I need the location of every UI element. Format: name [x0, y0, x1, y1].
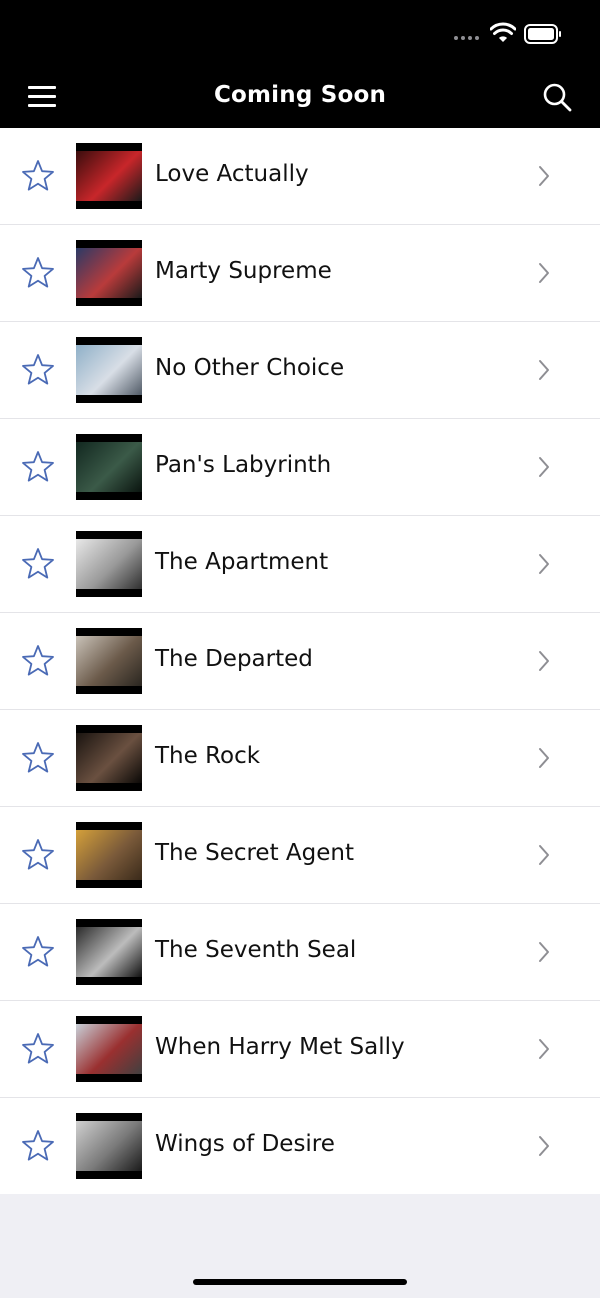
- wifi-icon: [490, 22, 516, 42]
- movie-row[interactable]: The Secret Agent: [0, 807, 600, 904]
- movie-thumbnail: [76, 143, 142, 209]
- star-favorite-icon[interactable]: [20, 643, 56, 679]
- movie-list: Love Actually Marty Supreme No Other Choic…: [0, 128, 600, 1194]
- star-favorite-icon[interactable]: [20, 740, 56, 776]
- movie-thumbnail: [76, 822, 142, 888]
- movie-title: Marty Supreme: [155, 258, 332, 284]
- star-favorite-icon[interactable]: [20, 1031, 56, 1067]
- movie-row[interactable]: The Rock: [0, 710, 600, 807]
- status-bar: [0, 0, 600, 64]
- movie-thumbnail: [76, 628, 142, 694]
- movie-thumbnail: [76, 919, 142, 985]
- chevron-right-icon: [539, 651, 549, 671]
- movie-thumbnail: [76, 531, 142, 597]
- movie-row[interactable]: Marty Supreme: [0, 225, 600, 322]
- search-icon[interactable]: [542, 82, 572, 112]
- chevron-right-icon: [539, 1136, 549, 1156]
- movie-title: The Apartment: [155, 549, 329, 575]
- chevron-right-icon: [539, 360, 549, 380]
- star-favorite-icon[interactable]: [20, 255, 56, 291]
- movie-title: No Other Choice: [155, 355, 345, 381]
- movie-thumbnail: [76, 434, 142, 500]
- movie-row[interactable]: When Harry Met Sally: [0, 1001, 600, 1098]
- movie-row[interactable]: The Departed: [0, 613, 600, 710]
- movie-row[interactable]: No Other Choice: [0, 322, 600, 419]
- chevron-right-icon: [539, 263, 549, 283]
- movie-title: The Secret Agent: [155, 840, 354, 866]
- star-favorite-icon[interactable]: [20, 449, 56, 485]
- movie-thumbnail: [76, 240, 142, 306]
- movie-row[interactable]: The Apartment: [0, 516, 600, 613]
- star-favorite-icon[interactable]: [20, 546, 56, 582]
- chevron-right-icon: [539, 166, 549, 186]
- star-favorite-icon[interactable]: [20, 934, 56, 970]
- movie-title: When Harry Met Sally: [155, 1034, 405, 1060]
- chevron-right-icon: [539, 845, 549, 865]
- movie-title: The Departed: [155, 646, 313, 672]
- movie-row[interactable]: Wings of Desire: [0, 1098, 600, 1194]
- chevron-right-icon: [539, 554, 549, 574]
- chevron-right-icon: [539, 942, 549, 962]
- movie-thumbnail: [76, 1113, 142, 1179]
- nav-bar: Coming Soon: [0, 64, 600, 128]
- signal-icon: [454, 36, 479, 40]
- star-favorite-icon[interactable]: [20, 1128, 56, 1164]
- movie-title: The Rock: [155, 743, 261, 769]
- movie-title: The Seventh Seal: [155, 937, 357, 963]
- movie-row[interactable]: Pan's Labyrinth: [0, 419, 600, 516]
- battery-icon: [524, 24, 561, 44]
- star-favorite-icon[interactable]: [20, 158, 56, 194]
- home-indicator: [193, 1279, 407, 1285]
- movie-thumbnail: [76, 337, 142, 403]
- movie-title: Pan's Labyrinth: [155, 452, 332, 478]
- page-title: Coming Soon: [213, 82, 387, 108]
- movie-title: Love Actually: [155, 161, 309, 187]
- movie-title: Wings of Desire: [155, 1131, 335, 1157]
- chevron-right-icon: [539, 457, 549, 477]
- star-favorite-icon[interactable]: [20, 837, 56, 873]
- chevron-right-icon: [539, 1039, 549, 1059]
- movie-thumbnail: [76, 725, 142, 791]
- movie-row[interactable]: The Seventh Seal: [0, 904, 600, 1001]
- movie-thumbnail: [76, 1016, 142, 1082]
- movie-row[interactable]: Love Actually: [0, 128, 600, 225]
- star-favorite-icon[interactable]: [20, 352, 56, 388]
- chevron-right-icon: [539, 748, 549, 768]
